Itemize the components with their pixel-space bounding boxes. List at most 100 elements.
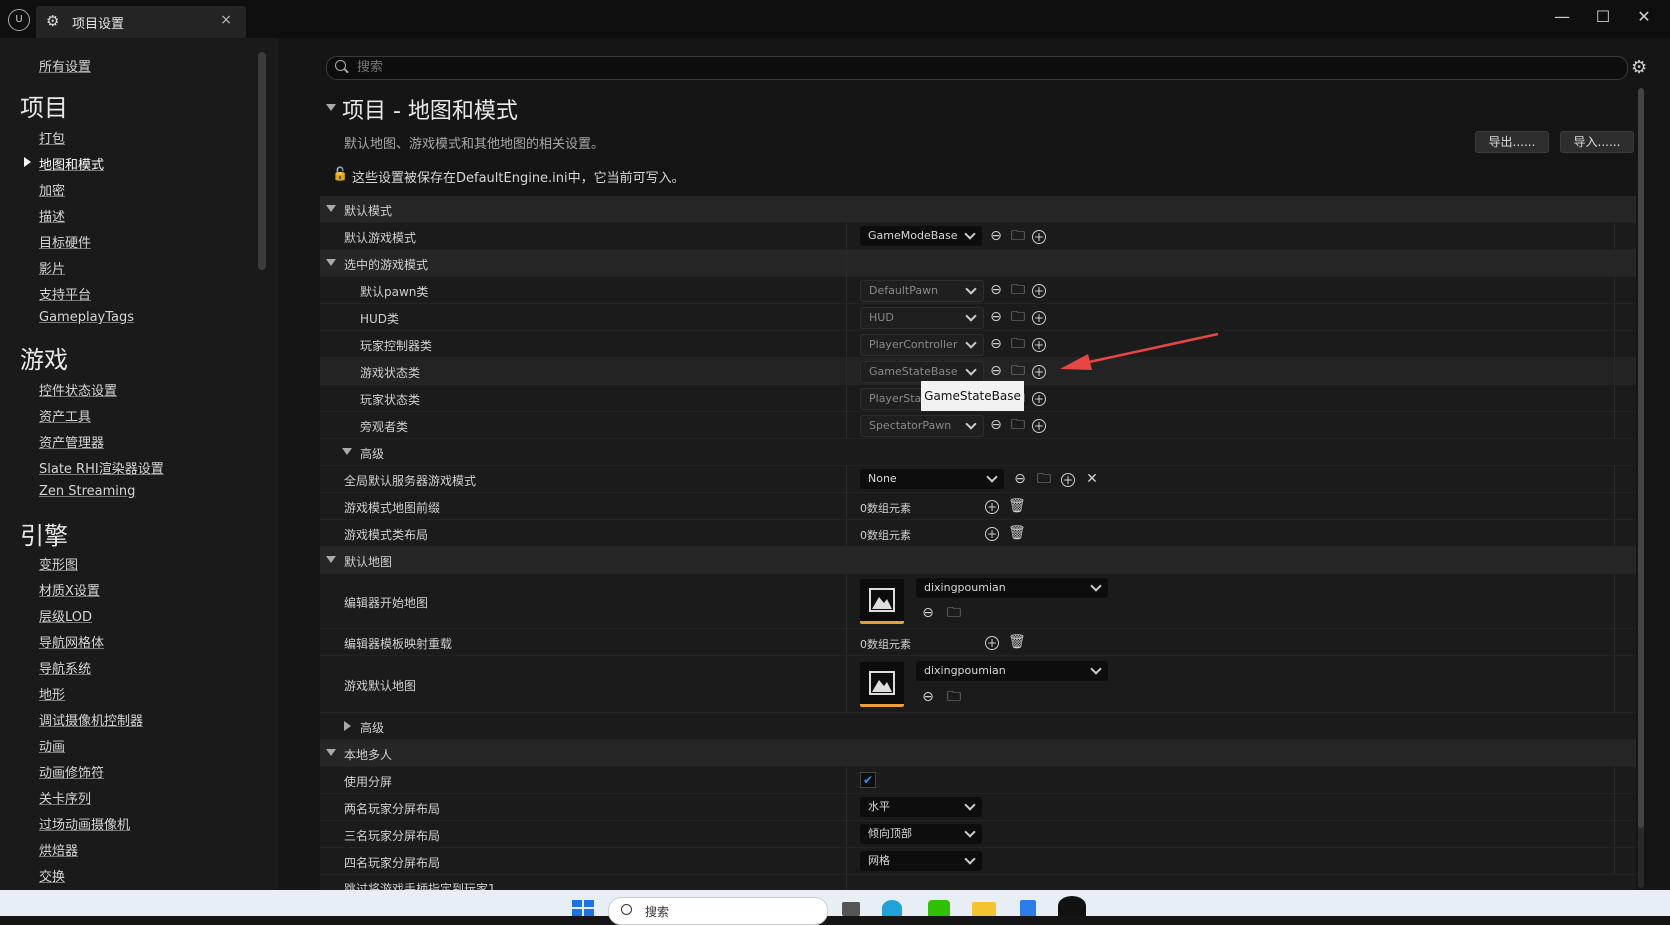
- minimize-icon[interactable]: —: [1546, 6, 1578, 30]
- add-icon[interactable]: +: [1032, 284, 1046, 298]
- sidebar-item[interactable]: 控件状态设置: [39, 380, 117, 399]
- use-selected-icon[interactable]: ⊖: [1012, 471, 1028, 487]
- add-icon[interactable]: +: [1032, 392, 1046, 406]
- sidebar-item[interactable]: 打包: [39, 128, 65, 147]
- sidebar-item[interactable]: 层级LOD: [39, 606, 92, 625]
- use-selected-icon[interactable]: ⊖: [988, 282, 1004, 298]
- section-advanced-maps[interactable]: 高级: [320, 713, 1636, 740]
- section-default-maps[interactable]: 默认地图: [320, 547, 1636, 574]
- map-thumbnail[interactable]: [860, 662, 904, 707]
- server-game-mode-combo[interactable]: None: [860, 469, 1004, 489]
- player-controller-combo[interactable]: PlayerController: [860, 334, 984, 356]
- edge-browser-icon[interactable]: [882, 900, 902, 916]
- add-element-icon[interactable]: +: [985, 500, 999, 514]
- delete-icon[interactable]: 🗑: [1008, 525, 1026, 541]
- sidebar-item[interactable]: 烘焙器: [39, 840, 78, 859]
- section-advanced[interactable]: 高级: [320, 439, 1636, 466]
- use-selected-icon[interactable]: ⊖: [988, 228, 1004, 244]
- add-icon[interactable]: +: [1032, 230, 1046, 244]
- sidebar-item[interactable]: GameplayTags: [39, 310, 134, 325]
- import-button[interactable]: 导入......: [1560, 131, 1634, 153]
- four-player-layout-combo[interactable]: 网格: [860, 851, 982, 871]
- sidebar-item[interactable]: 影片: [39, 258, 65, 277]
- sidebar-item[interactable]: 导航网格体: [39, 632, 104, 651]
- sidebar-item[interactable]: 动画: [39, 736, 65, 755]
- use-selected-icon[interactable]: ⊖: [920, 689, 936, 705]
- delete-icon[interactable]: 🗑: [1008, 634, 1026, 650]
- section-selected-game-mode[interactable]: 选中的游戏模式: [320, 250, 1636, 277]
- add-element-icon[interactable]: +: [985, 527, 999, 541]
- sidebar-item[interactable]: 调试摄像机控制器: [39, 710, 143, 729]
- add-icon[interactable]: +: [1061, 473, 1075, 487]
- browse-folder-icon[interactable]: 🗀: [946, 689, 962, 705]
- search-box[interactable]: [326, 56, 1628, 80]
- export-button[interactable]: 导出......: [1475, 131, 1549, 153]
- delete-icon[interactable]: 🗑: [1008, 498, 1026, 514]
- game-state-combo[interactable]: GameStateBase: [860, 361, 984, 383]
- sidebar-item[interactable]: 支持平台: [39, 284, 91, 303]
- tab-project-settings[interactable]: ⚙ 项目设置 ×: [36, 6, 246, 38]
- browse-folder-icon[interactable]: 🗀: [1036, 471, 1052, 487]
- three-player-layout-combo[interactable]: 倾向顶部: [860, 824, 982, 844]
- notepad-icon[interactable]: [1020, 900, 1036, 916]
- split-screen-checkbox[interactable]: ✔: [860, 772, 876, 788]
- add-icon[interactable]: +: [1032, 338, 1046, 352]
- browse-folder-icon[interactable]: 🗀: [1010, 282, 1026, 298]
- sidebar-item[interactable]: 目标硬件: [39, 232, 91, 251]
- sidebar-item[interactable]: Zen Streaming: [39, 484, 135, 499]
- sidebar-item[interactable]: 资产管理器: [39, 432, 104, 451]
- sidebar-item-all-settings[interactable]: 所有设置: [39, 56, 91, 75]
- map-thumbnail[interactable]: [860, 579, 904, 624]
- sidebar-item[interactable]: 关卡序列: [39, 788, 91, 807]
- sidebar-item[interactable]: 动画修饰符: [39, 762, 104, 781]
- sidebar-item-maps-modes[interactable]: 地图和模式: [39, 154, 104, 173]
- browse-folder-icon[interactable]: 🗀: [1010, 336, 1026, 352]
- browse-folder-icon[interactable]: 🗀: [1010, 309, 1026, 325]
- add-icon[interactable]: +: [1032, 365, 1046, 379]
- game-default-map-combo[interactable]: dixingpoumian: [916, 661, 1108, 681]
- use-selected-icon[interactable]: ⊖: [920, 605, 936, 621]
- sidebar-item[interactable]: 过场动画摄像机: [39, 814, 130, 833]
- collapse-header-icon[interactable]: [326, 104, 336, 111]
- browse-folder-icon[interactable]: 🗀: [1010, 363, 1026, 379]
- main-scrollbar-thumb[interactable]: [1638, 88, 1644, 828]
- close-tab-icon[interactable]: ×: [220, 12, 232, 28]
- sidebar-item[interactable]: 材质X设置: [39, 580, 100, 599]
- maximize-icon[interactable]: ☐: [1587, 6, 1619, 30]
- unreal-taskbar-icon[interactable]: [1058, 896, 1086, 916]
- sidebar-item[interactable]: 变形图: [39, 554, 78, 573]
- spectator-combo[interactable]: SpectatorPawn: [860, 415, 984, 437]
- settings-gear-icon[interactable]: ⚙: [1631, 57, 1647, 78]
- windows-start-icon[interactable]: [572, 900, 594, 916]
- task-view-icon[interactable]: [842, 902, 860, 916]
- use-selected-icon[interactable]: ⊖: [988, 336, 1004, 352]
- clear-icon[interactable]: ✕: [1084, 471, 1100, 487]
- editor-startup-map-combo[interactable]: dixingpoumian: [916, 578, 1108, 598]
- section-default-modes[interactable]: 默认模式: [320, 196, 1636, 223]
- use-selected-icon[interactable]: ⊖: [988, 309, 1004, 325]
- use-selected-icon[interactable]: ⊖: [988, 363, 1004, 379]
- sidebar-item[interactable]: 描述: [39, 206, 65, 225]
- taskbar-search[interactable]: 搜索: [608, 897, 828, 925]
- unreal-logo-icon[interactable]: U: [8, 9, 30, 31]
- search-input[interactable]: [355, 59, 1559, 76]
- wechat-icon[interactable]: [928, 900, 950, 916]
- browse-folder-icon[interactable]: 🗀: [1010, 417, 1026, 433]
- browse-folder-icon[interactable]: 🗀: [1010, 228, 1026, 244]
- sidebar-item[interactable]: 地形: [39, 684, 65, 703]
- pawn-combo[interactable]: DefaultPawn: [860, 280, 984, 302]
- sidebar-item[interactable]: 交换: [39, 866, 65, 885]
- file-explorer-icon[interactable]: [972, 902, 996, 916]
- use-selected-icon[interactable]: ⊖: [988, 417, 1004, 433]
- add-element-icon[interactable]: +: [985, 636, 999, 650]
- hud-combo[interactable]: HUD: [860, 307, 984, 329]
- section-local-multiplayer[interactable]: 本地多人: [320, 740, 1636, 767]
- sidebar-item[interactable]: 导航系统: [39, 658, 91, 677]
- sidebar-item[interactable]: 加密: [39, 180, 65, 199]
- sidebar-item[interactable]: 资产工具: [39, 406, 91, 425]
- two-player-layout-combo[interactable]: 水平: [860, 797, 982, 817]
- add-icon[interactable]: +: [1032, 311, 1046, 325]
- browse-folder-icon[interactable]: 🗀: [946, 605, 962, 621]
- sidebar-item[interactable]: Slate RHI渲染器设置: [39, 458, 164, 477]
- close-window-icon[interactable]: ✕: [1628, 6, 1660, 30]
